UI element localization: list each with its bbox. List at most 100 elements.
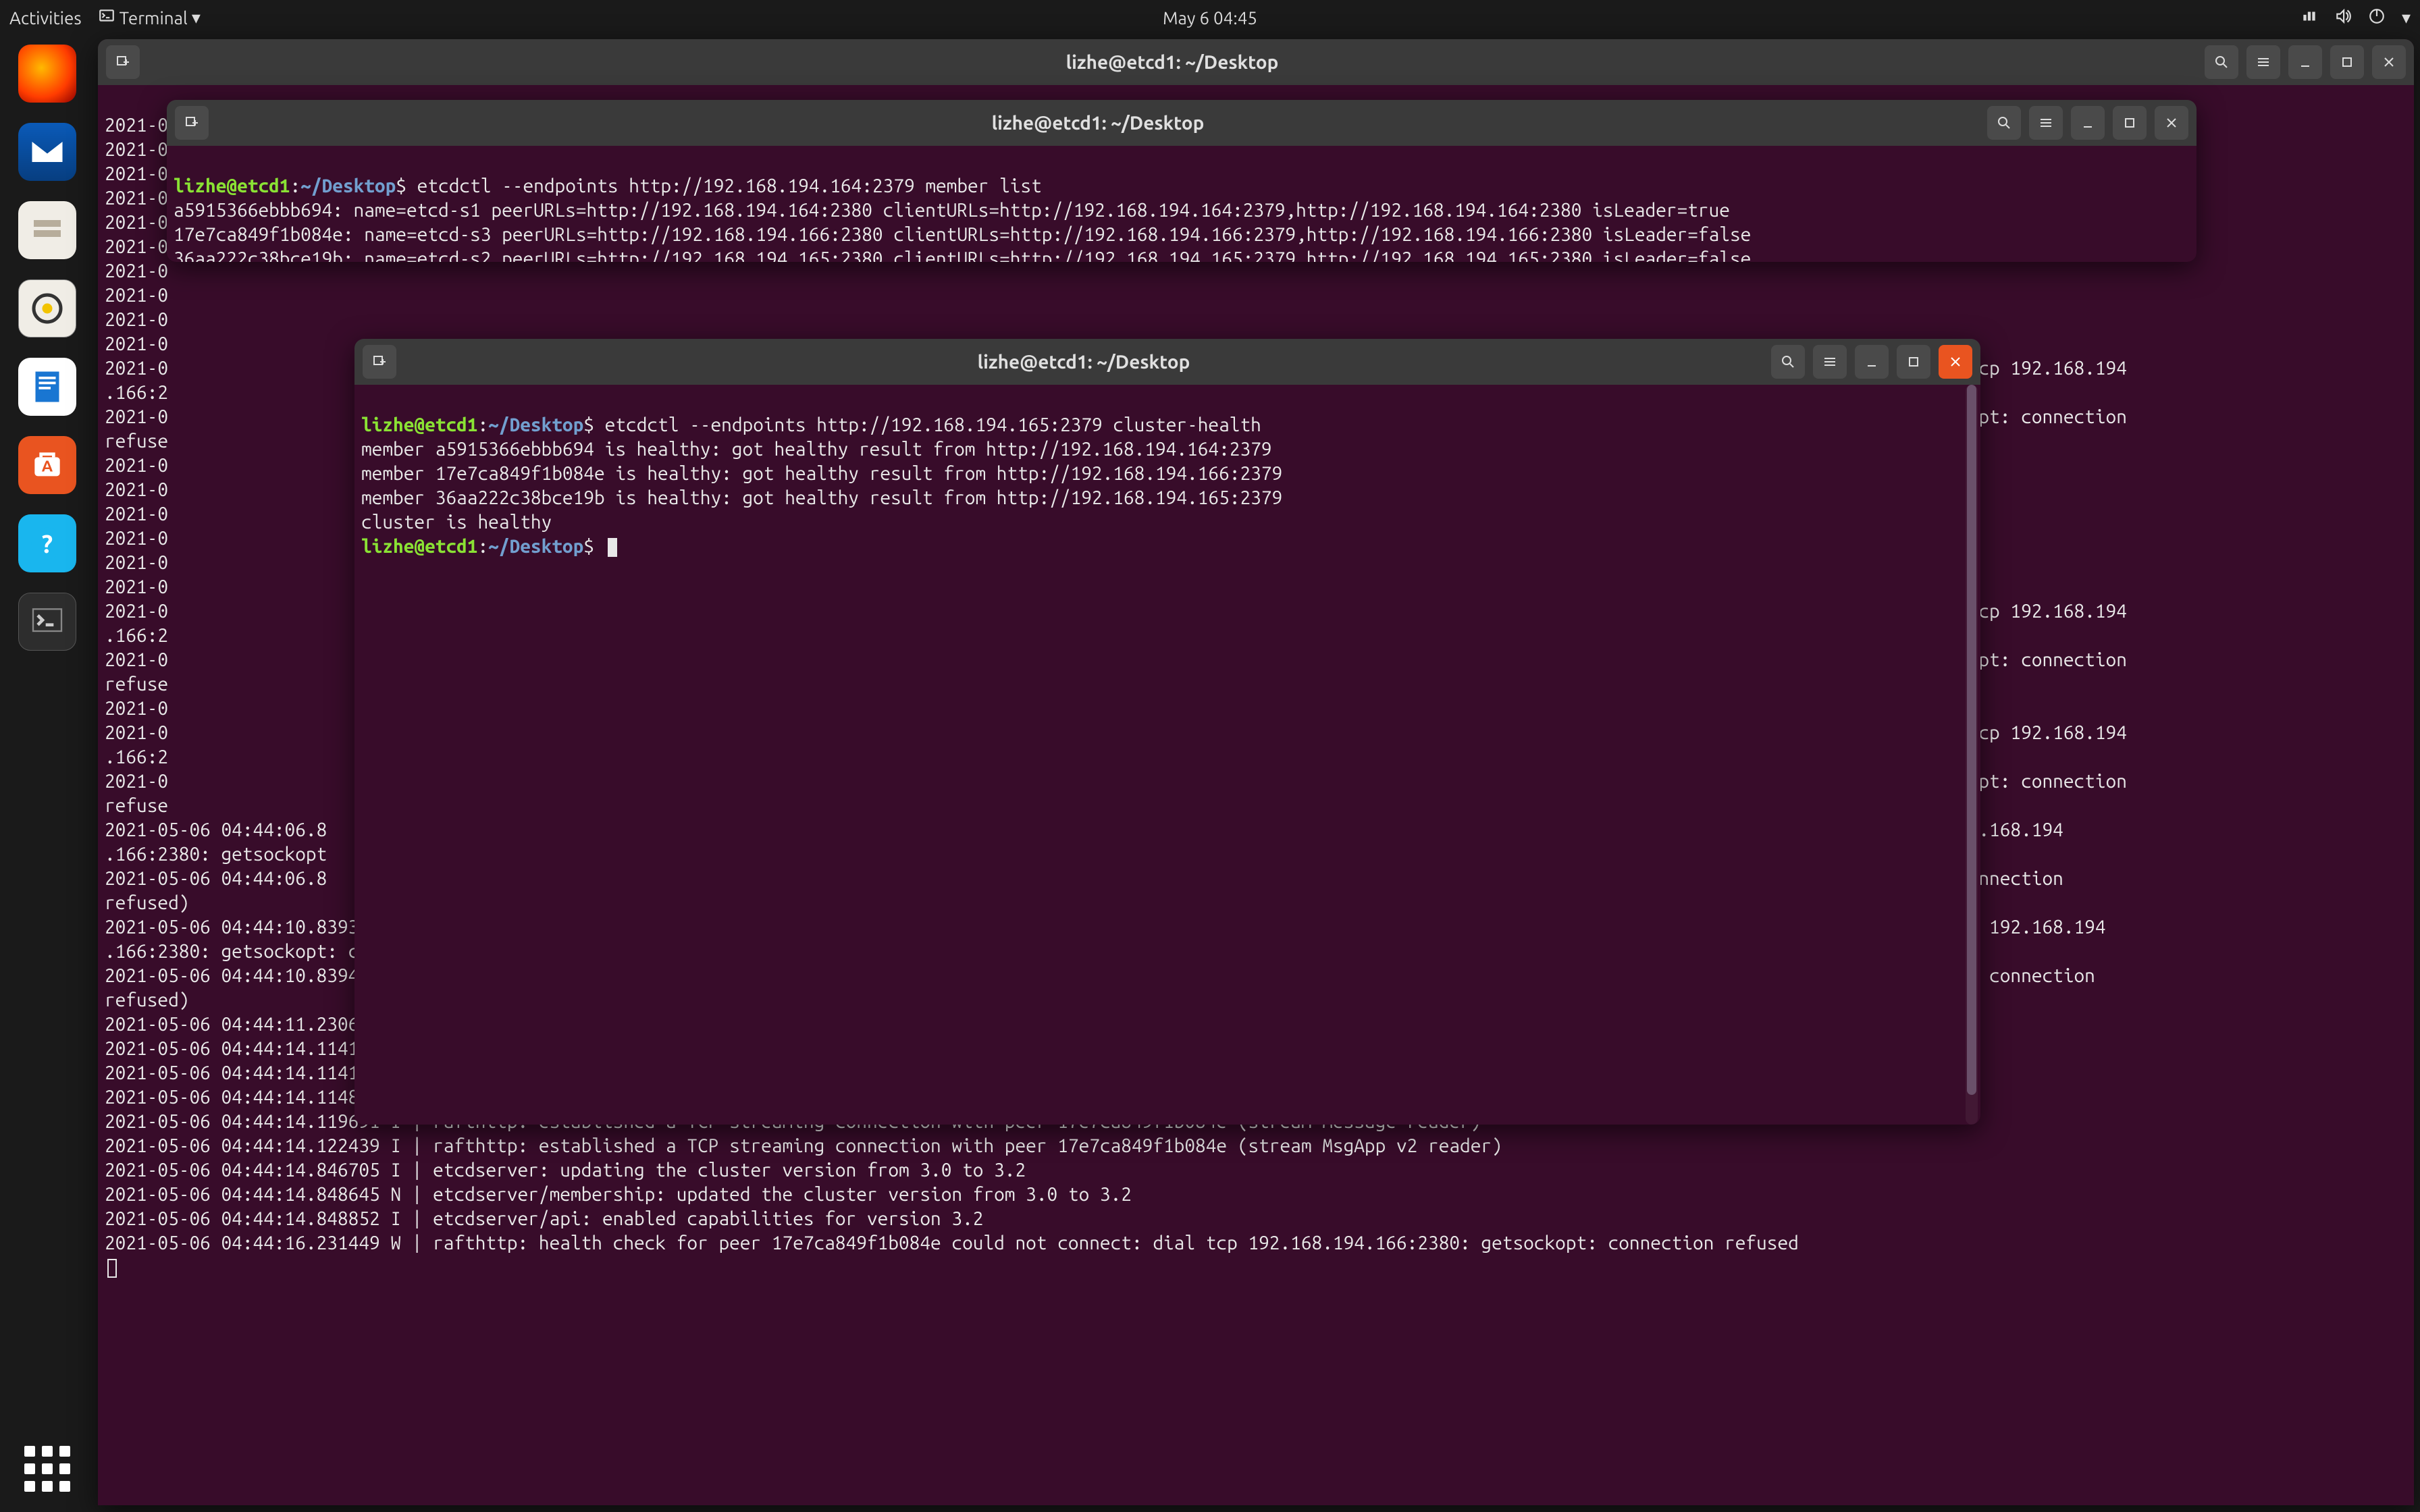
- terminal-menu-icon: [98, 7, 115, 28]
- log-line: 2021-0: [105, 528, 168, 549]
- minimize-button[interactable]: [2288, 45, 2322, 79]
- maximize-button[interactable]: [2330, 45, 2364, 79]
- log-line: 2021-05-06 04:44:14.122439 I | rafthttp:…: [105, 1135, 1502, 1156]
- titlebar[interactable]: lizhe@etcd1: ~/Desktop: [354, 339, 1980, 385]
- log-line: 2021-05-06 04:44:14.846705 I | etcdserve…: [105, 1160, 1026, 1181]
- log-line: refused): [105, 990, 189, 1010]
- close-button[interactable]: [2372, 45, 2406, 79]
- terminal-output[interactable]: lizhe@etcd1:~/Desktop$ etcdctl --endpoin…: [354, 385, 1980, 1125]
- new-tab-button[interactable]: [363, 345, 396, 379]
- log-line: 2021-0: [105, 163, 168, 184]
- prompt-path: ~/Desktop: [300, 176, 396, 196]
- hamburger-menu[interactable]: [2029, 106, 2063, 140]
- output-line: cluster is healthy: [361, 512, 552, 533]
- log-line: 2021-0: [105, 188, 168, 209]
- svg-text:?: ?: [42, 530, 53, 558]
- log-line: .166:2: [105, 625, 168, 646]
- log-line: 2021-0: [105, 285, 168, 306]
- output-line: a5915366ebbb694: name=etcd-s1 peerURLs=h…: [174, 200, 1730, 221]
- command-text: etcdctl --endpoints http://192.168.194.1…: [605, 414, 1261, 435]
- network-icon[interactable]: [2300, 7, 2318, 28]
- output-line: member 36aa222c38bce19b is healthy: got …: [361, 487, 1282, 508]
- volume-icon[interactable]: [2334, 7, 2352, 28]
- help-launcher[interactable]: ?: [18, 514, 76, 572]
- log-line: 2021-05-06 04:44:14.848645 N | etcdserve…: [105, 1184, 1132, 1205]
- rhythmbox-launcher[interactable]: [18, 279, 76, 338]
- scrollbar[interactable]: [1966, 385, 1978, 1125]
- log-line: 2021-05-06 04:44:16.231449 W | rafthttp:…: [105, 1233, 1799, 1253]
- chevron-down-icon[interactable]: ▾: [2402, 7, 2411, 28]
- cursor: [608, 538, 617, 557]
- prompt-path: ~/Desktop: [488, 536, 583, 557]
- search-button[interactable]: [2205, 45, 2238, 79]
- close-button[interactable]: [2155, 106, 2188, 140]
- ubuntu-software-launcher[interactable]: A: [18, 436, 76, 494]
- log-line: 2021-0: [105, 333, 168, 354]
- output-line: member 17e7ca849f1b084e is healthy: got …: [361, 463, 1282, 484]
- minimize-button[interactable]: [1855, 345, 1889, 379]
- new-tab-button[interactable]: [106, 45, 140, 79]
- log-line: 2021-0: [105, 212, 168, 233]
- search-button[interactable]: [1771, 345, 1805, 379]
- terminal-window-member-list[interactable]: lizhe@etcd1: ~/Desktop lizhe@etcd1:~/Des…: [167, 100, 2197, 262]
- show-applications[interactable]: [24, 1446, 70, 1492]
- clock[interactable]: May 6 04:45: [1163, 8, 1257, 28]
- prompt-user: lizhe@etcd1: [361, 536, 477, 557]
- prompt-path: ~/Desktop: [488, 414, 583, 435]
- scrollbar-thumb[interactable]: [1967, 385, 1976, 1095]
- log-line: refuse: [105, 431, 168, 452]
- log-line: 2021-0: [105, 576, 168, 597]
- log-line: .166:2: [105, 382, 168, 403]
- window-title: lizhe@etcd1: ~/Desktop: [217, 113, 1979, 134]
- prompt-user: lizhe@etcd1: [361, 414, 477, 435]
- log-line: 2021-0: [105, 309, 168, 330]
- window-title: lizhe@etcd1: ~/Desktop: [148, 52, 2197, 73]
- titlebar[interactable]: lizhe@etcd1: ~/Desktop: [98, 39, 2414, 85]
- output-line: member a5915366ebbb694 is healthy: got h…: [361, 439, 1272, 460]
- terminal-launcher[interactable]: [18, 593, 76, 651]
- thunderbird-launcher[interactable]: [18, 123, 76, 181]
- titlebar[interactable]: lizhe@etcd1: ~/Desktop: [167, 100, 2197, 146]
- command-text: etcdctl --endpoints http://192.168.194.1…: [417, 176, 1042, 196]
- log-line: 2021-0: [105, 552, 168, 573]
- log-line: 2021-0: [105, 698, 168, 719]
- log-line: 2021-0: [105, 455, 168, 476]
- search-button[interactable]: [1987, 106, 2021, 140]
- power-icon[interactable]: [2368, 7, 2386, 28]
- libreoffice-writer-launcher[interactable]: [18, 358, 76, 416]
- new-tab-button[interactable]: [175, 106, 209, 140]
- dock: A ?: [0, 35, 95, 1512]
- maximize-button[interactable]: [2113, 106, 2147, 140]
- log-line: refuse: [105, 674, 168, 695]
- window-title: lizhe@etcd1: ~/Desktop: [404, 352, 1763, 373]
- log-line: 2021-0: [105, 479, 168, 500]
- terminal-window-cluster-health[interactable]: lizhe@etcd1: ~/Desktop lizhe@etcd1:~/Des…: [354, 339, 1980, 1125]
- log-line: 2021-05-06 04:44:14.848852 I | etcdserve…: [105, 1208, 983, 1229]
- maximize-button[interactable]: [1897, 345, 1930, 379]
- log-line: refused): [105, 892, 189, 913]
- svg-text:A: A: [42, 457, 53, 475]
- hamburger-menu[interactable]: [1813, 345, 1847, 379]
- log-line: .166:2380: getsockopt: [105, 844, 327, 865]
- cursor: [107, 1259, 117, 1278]
- app-menu[interactable]: Terminal ▾: [98, 7, 201, 28]
- log-line: .166:2: [105, 747, 168, 767]
- terminal-output[interactable]: lizhe@etcd1:~/Desktop$ etcdctl --endpoin…: [167, 146, 2197, 262]
- log-line: refuse: [105, 795, 168, 816]
- log-line: 2021-0: [105, 504, 168, 524]
- close-button[interactable]: [1939, 345, 1972, 379]
- prompt-user: lizhe@etcd1: [174, 176, 290, 196]
- hamburger-menu[interactable]: [2246, 45, 2280, 79]
- output-line: 17e7ca849f1b084e: name=etcd-s3 peerURLs=…: [174, 224, 1751, 245]
- minimize-button[interactable]: [2071, 106, 2105, 140]
- output-line: 36aa222c38bce19b: name=etcd-s2 peerURLs=…: [174, 248, 1751, 262]
- activities-button[interactable]: Activities: [9, 8, 82, 28]
- files-launcher[interactable]: [18, 201, 76, 259]
- app-menu-label: Terminal: [120, 8, 188, 28]
- chevron-down-icon: ▾: [192, 7, 201, 28]
- firefox-launcher[interactable]: [18, 45, 76, 103]
- log-line: 2021-0: [105, 139, 168, 160]
- log-line: 2021-0: [105, 236, 168, 257]
- gnome-topbar: Activities Terminal ▾ May 6 04:45 ▾: [0, 0, 2420, 35]
- log-line: 2021-0: [105, 261, 168, 281]
